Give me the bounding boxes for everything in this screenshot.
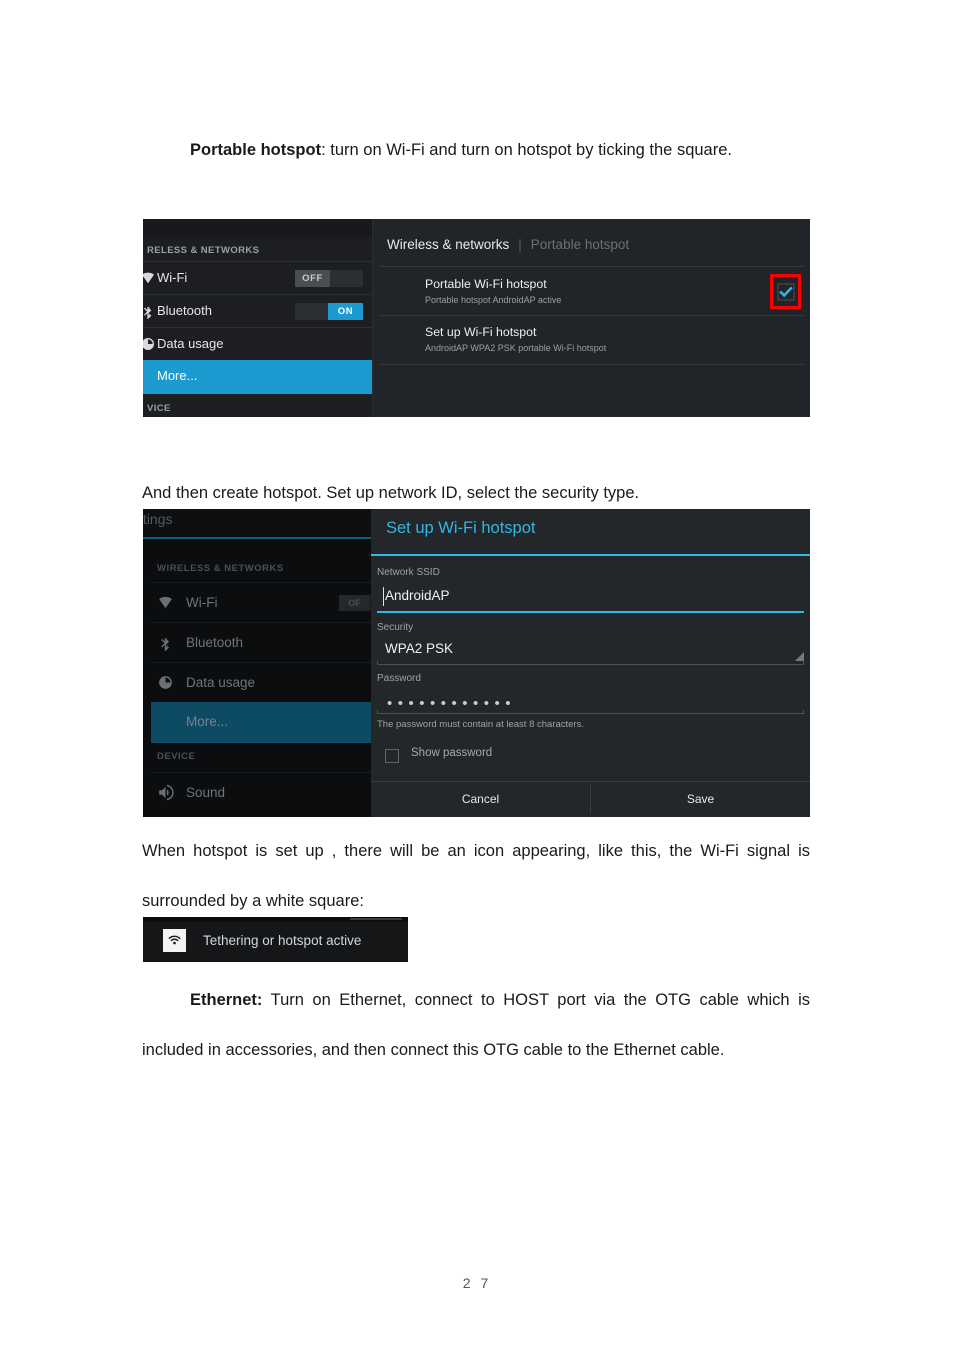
sidebar-section-header: RELESS & NETWORKS (147, 245, 260, 256)
breadcrumb: Wireless & networks | Portable hotspot (387, 237, 629, 252)
paragraph-lead-bold: Portable hotspot (190, 141, 322, 159)
password-input[interactable]: •••••••••••• (387, 696, 516, 711)
sidebar-item-label: Sound (186, 785, 226, 800)
paragraph-text: When hotspot is set up , there will be a… (142, 842, 810, 910)
bluetooth-toggle-state: ON (328, 303, 363, 320)
portable-hotspot-checkbox[interactable] (777, 283, 794, 300)
settings-sidebar: RELESS & NETWORKS Wi-Fi OFF Bluetooth ON (143, 219, 372, 417)
breadcrumb-current: Portable hotspot (530, 237, 630, 252)
bluetooth-icon (157, 634, 174, 651)
screenshot-portable-hotspot: RELESS & NETWORKS Wi-Fi OFF Bluetooth ON (143, 219, 810, 417)
data-usage-icon (157, 674, 174, 691)
password-hint: The password must contain at least 8 cha… (377, 719, 584, 730)
list-divider (380, 364, 804, 365)
document-page: Portable hotspot: turn on Wi-Fi and turn… (0, 0, 954, 1350)
bluetooth-toggle[interactable]: ON (295, 303, 363, 320)
data-usage-icon (143, 336, 156, 352)
paragraph-text: And then create hotspot. Set up network … (142, 484, 640, 502)
network-ssid-label: Network SSID (377, 567, 440, 578)
paragraph-lead-bold: Ethernet: (190, 991, 263, 1009)
spinner-triangle-icon[interactable] (795, 652, 804, 661)
security-spinner-value[interactable]: WPA2 PSK (385, 641, 453, 656)
settings-sidebar-dimmed: WIRELESS & NETWORKS Wi-Fi OF Bluetooth D… (143, 541, 399, 817)
wifi-toggle-state: OFF (295, 270, 330, 287)
sidebar-item-label: Bluetooth (157, 303, 212, 318)
settings-action-bar: ttings (143, 509, 371, 539)
sidebar-top-strip (143, 219, 372, 237)
paragraph-create-hotspot: And then create hotspot. Set up network … (142, 476, 810, 510)
row-subtitle: AndroidAP WPA2 PSK portable Wi-Fi hotspo… (425, 343, 607, 353)
password-underline (377, 710, 804, 714)
wifi-icon (143, 270, 156, 286)
network-ssid-input[interactable]: AndroidAP (385, 588, 450, 603)
sidebar-item-label: Wi-Fi (186, 595, 218, 610)
security-underline (377, 661, 804, 665)
status-bar-strip (143, 917, 408, 922)
paragraph-ethernet: Ethernet: Turn on Ethernet, connect to H… (142, 975, 810, 1075)
paragraph-hotspot-icon: When hotspot is set up , there will be a… (142, 826, 810, 926)
row-title: Set up Wi-Fi hotspot (425, 325, 537, 339)
sidebar-item-label: Data usage (157, 336, 224, 351)
sidebar-item-more[interactable]: More... (151, 702, 371, 743)
sidebar-section-header: WIRELESS & NETWORKS (157, 563, 284, 574)
breadcrumb-separator: | (518, 237, 522, 252)
highlight-box (770, 274, 801, 309)
sidebar-item-label: More... (186, 714, 229, 729)
row-set-up-wifi-hotspot[interactable]: Set up Wi-Fi hotspot AndroidAP WPA2 PSK … (380, 315, 804, 364)
sidebar-item-label: More... (157, 368, 198, 383)
paragraph-portable-hotspot: Portable hotspot: turn on Wi-Fi and turn… (142, 125, 810, 175)
dialog-title-divider (371, 554, 810, 556)
show-password-checkbox[interactable] (385, 749, 399, 763)
sidebar-item-label: Wi-Fi (157, 270, 188, 285)
page-number: 2 7 (462, 1275, 492, 1291)
sidebar-item-label: Bluetooth (186, 635, 244, 650)
text-caret (383, 587, 384, 606)
save-button[interactable]: Save (591, 782, 810, 817)
sidebar-item-data-usage[interactable]: Data usage (143, 327, 372, 360)
bluetooth-icon (143, 303, 156, 319)
setup-hotspot-dialog: Set up Wi-Fi hotspot Network SSID Androi… (371, 509, 810, 817)
wifi-toggle[interactable]: OFF (295, 270, 363, 287)
wifi-icon (157, 594, 174, 611)
password-label: Password (377, 673, 421, 684)
wifi-tethering-icon (163, 929, 186, 952)
show-password-label: Show password (411, 747, 493, 759)
action-bar-title: ttings (143, 511, 173, 527)
sidebar-item-bluetooth[interactable]: Bluetooth (151, 622, 371, 662)
sidebar-item-wifi[interactable]: Wi-Fi OF (151, 582, 399, 622)
hotspot-detail-pane: Wireless & networks | Portable hotspot Por… (372, 219, 810, 417)
sidebar-item-more[interactable]: More... (143, 360, 372, 394)
sidebar-item-label: Data usage (186, 675, 256, 690)
sidebar-item-data-usage[interactable]: Data usage (151, 662, 371, 702)
security-label: Security (377, 622, 414, 633)
row-title: Portable Wi-Fi hotspot (425, 277, 547, 291)
paragraph-text: : turn on Wi-Fi and turn on hotspot by t… (321, 141, 732, 159)
sound-icon (157, 784, 174, 801)
sidebar-section-header-device: DEVICE (157, 751, 196, 762)
screenshot-setup-wifi-hotspot: ttings WIRELESS & NETWORKS Wi-Fi OF Blue… (143, 509, 810, 817)
sidebar-section-header-device: VICE (143, 401, 372, 417)
sidebar-item-wifi[interactable]: Wi-Fi OFF (143, 261, 372, 294)
breadcrumb-parent[interactable]: Wireless & networks (387, 237, 509, 252)
dialog-title: Set up Wi-Fi hotspot (386, 519, 536, 537)
sidebar-item-bluetooth[interactable]: Bluetooth ON (143, 294, 372, 327)
screenshot-tethering-notification: Tethering or hotspot active (143, 917, 408, 962)
row-portable-wifi-hotspot[interactable]: Portable Wi-Fi hotspot Portable hotspot … (380, 266, 804, 315)
notification-text: Tethering or hotspot active (203, 933, 362, 948)
dialog-button-bar: Cancel Save (371, 781, 810, 817)
cancel-button[interactable]: Cancel (371, 782, 590, 817)
sidebar-item-sound[interactable]: Sound (151, 772, 371, 812)
row-subtitle: Portable hotspot AndroidAP active (425, 295, 562, 305)
network-ssid-underline (377, 611, 804, 613)
wifi-toggle-state: OF (339, 595, 370, 611)
